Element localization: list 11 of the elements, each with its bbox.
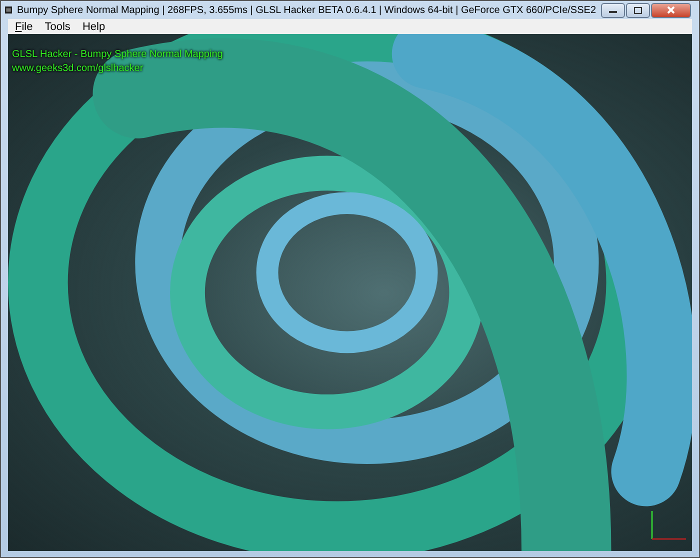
window-title: Bumpy Sphere Normal Mapping | 268FPS, 3.655ms | GLSL Hacker BETA 0.6.4.1 | Windows 64-bit | GeForce GTX 660/PCIe/SSE2: [17, 4, 596, 16]
overlay-text: GLSL Hacker - Bumpy Sphere Normal Mapping: [12, 49, 223, 60]
close-icon: [667, 6, 675, 14]
menu-item[interactable]: File: [10, 20, 38, 32]
app-icon: [5, 4, 12, 16]
menu-item[interactable]: Help: [77, 20, 110, 32]
maximize-icon: [634, 6, 642, 14]
menu-item[interactable]: Tools: [40, 20, 76, 32]
maximize-button[interactable]: [626, 2, 650, 18]
close-button[interactable]: [651, 2, 691, 18]
minimize-button[interactable]: [601, 2, 625, 18]
